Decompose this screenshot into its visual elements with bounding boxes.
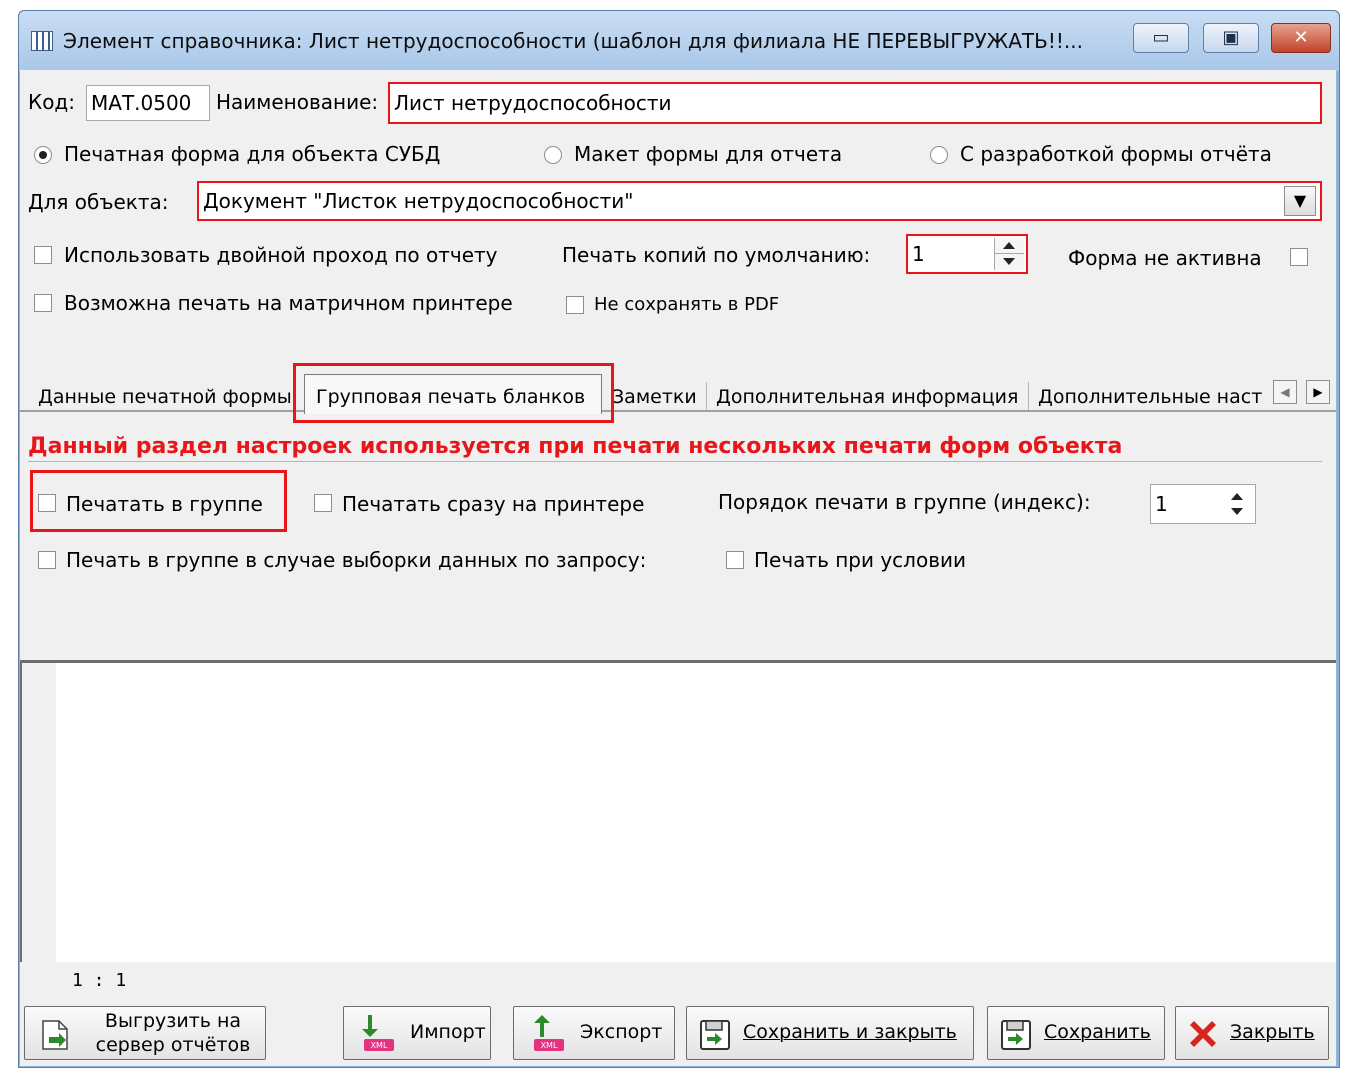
- editor-status-bar: [20, 962, 1336, 992]
- condition-editor[interactable]: [20, 660, 1336, 962]
- copies-spinner-arrows[interactable]: [994, 238, 1024, 270]
- print-direct-checkbox[interactable]: [314, 494, 332, 512]
- save-label: Сохранить: [1044, 1021, 1151, 1043]
- tab-additional-settings[interactable]: Дополнительные наст: [1038, 386, 1264, 408]
- double-pass-label: Использовать двойной проход по отчету: [64, 243, 498, 267]
- import-label: Импорт: [410, 1021, 486, 1043]
- spin-up-icon[interactable]: [1003, 242, 1015, 249]
- tab-scroll-right-icon[interactable]: ▶: [1306, 380, 1330, 404]
- import-button[interactable]: XML Импорт: [343, 1006, 491, 1060]
- spin-down-icon[interactable]: [1003, 258, 1015, 265]
- close-button[interactable]: Закрыть: [1175, 1006, 1329, 1060]
- code-label: Код:: [28, 90, 76, 114]
- upload-to-server-button[interactable]: Выгрузить на сервер отчётов: [24, 1006, 266, 1060]
- print-in-group-highlight: [30, 470, 287, 532]
- print-direct-label: Печатать сразу на принтере: [342, 492, 645, 516]
- maximize-button[interactable]: ▣: [1203, 23, 1259, 53]
- upload-document-icon: [42, 1020, 68, 1050]
- save-and-close-button[interactable]: Сохранить и закрыть: [686, 1006, 974, 1060]
- tab-strip-line: [20, 410, 1336, 412]
- notice-divider: [28, 461, 1322, 462]
- close-x-icon: [1190, 1021, 1216, 1047]
- cursor-position: 1 : 1: [72, 970, 127, 991]
- title-bar[interactable]: Элемент справочника: Лист нетрудоспособн…: [19, 11, 1339, 71]
- name-field[interactable]: Лист нетрудоспособности: [388, 82, 1322, 124]
- copies-label: Печать копий по умолчанию:: [562, 243, 871, 267]
- import-xml-icon: XML: [362, 1015, 394, 1051]
- spin-down-icon[interactable]: [1231, 508, 1243, 515]
- tab-highlight: [293, 363, 614, 423]
- radio-form-design[interactable]: [930, 146, 948, 164]
- xml-badge: XML: [541, 1041, 558, 1050]
- inactive-checkbox[interactable]: [1290, 248, 1308, 266]
- tab-separator: [706, 382, 707, 410]
- window-title: Элемент справочника: Лист нетрудоспособн…: [63, 29, 1083, 53]
- print-order-spinner-arrows[interactable]: [1224, 488, 1252, 520]
- print-order-label: Порядок печати в группе (индекс):: [718, 490, 1091, 514]
- no-pdf-label: Не сохранять в PDF: [594, 294, 780, 315]
- name-label: Наименование:: [216, 90, 379, 114]
- tab-separator: [1028, 382, 1029, 410]
- no-pdf-checkbox[interactable]: [566, 296, 584, 314]
- close-label: Закрыть: [1230, 1021, 1315, 1043]
- radio-print-form-dbms[interactable]: [34, 146, 52, 164]
- radio-print-form-dbms-label: Печатная форма для объекта СУБД: [64, 142, 441, 166]
- xml-badge: XML: [371, 1041, 388, 1050]
- print-on-condition-label: Печать при условии: [754, 548, 966, 572]
- object-select[interactable]: Документ "Листок нетрудоспособности": [197, 181, 1322, 221]
- minimize-button[interactable]: ▭: [1133, 23, 1189, 53]
- app-icon: [31, 31, 53, 51]
- tab-additional-info[interactable]: Дополнительная информация: [716, 386, 1018, 408]
- export-label: Экспорт: [580, 1021, 663, 1043]
- tab-notes[interactable]: Заметки: [612, 386, 697, 408]
- save-button[interactable]: Сохранить: [987, 1006, 1165, 1060]
- export-button[interactable]: XML Экспорт: [513, 1006, 675, 1060]
- print-on-query-checkbox[interactable]: [38, 551, 56, 569]
- chevron-down-icon[interactable]: ▼: [1284, 186, 1316, 216]
- print-on-query-label: Печать в группе в случае выборки данных …: [66, 548, 647, 572]
- print-on-condition-checkbox[interactable]: [726, 551, 744, 569]
- save-disk-icon: [700, 1020, 730, 1050]
- inactive-label: Форма не активна: [1068, 246, 1262, 270]
- tab-scroll-left-icon[interactable]: ◀: [1273, 380, 1297, 404]
- spin-up-icon[interactable]: [1231, 493, 1243, 500]
- matrix-printer-checkbox[interactable]: [34, 294, 52, 312]
- close-window-button[interactable]: ✕: [1271, 23, 1331, 53]
- matrix-printer-label: Возможна печать на матричном принтере: [64, 291, 513, 315]
- save-and-close-label: Сохранить и закрыть: [743, 1021, 957, 1043]
- radio-report-layout-label: Макет формы для отчета: [574, 142, 843, 166]
- radio-report-layout[interactable]: [544, 146, 562, 164]
- double-pass-checkbox[interactable]: [34, 246, 52, 264]
- object-label: Для объекта:: [28, 190, 169, 214]
- tab-print-form-data[interactable]: Данные печатной формы: [38, 386, 292, 408]
- export-xml-icon: XML: [534, 1015, 564, 1051]
- editor-gutter: [22, 663, 56, 962]
- upload-to-server-label: Выгрузить на сервер отчётов: [95, 1010, 251, 1056]
- save-disk-icon: [1001, 1020, 1031, 1050]
- group-print-notice: Данный раздел настроек используется при …: [28, 434, 1123, 459]
- radio-form-design-label: С разработкой формы отчёта: [960, 142, 1272, 166]
- code-field[interactable]: МАТ.0500: [86, 85, 210, 121]
